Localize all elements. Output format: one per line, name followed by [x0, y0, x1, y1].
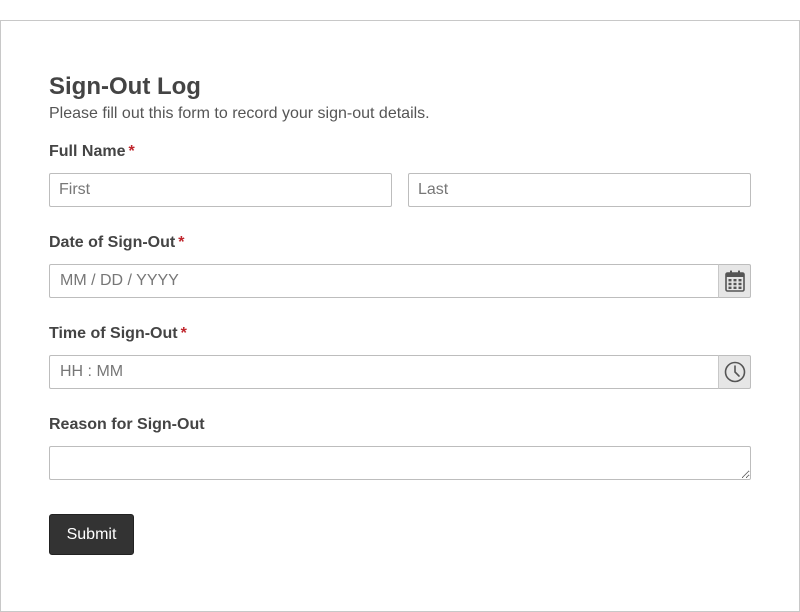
form-subtitle: Please fill out this form to record your… [49, 105, 430, 122]
time-label-text: Time of Sign-Out [49, 325, 178, 342]
clock-icon [724, 361, 745, 383]
full-name-label-text: Full Name [49, 143, 126, 160]
date-picker-button[interactable] [718, 264, 751, 298]
last-name-input[interactable] [408, 173, 751, 207]
form-container: Sign-Out Log Please fill out this form t… [0, 20, 800, 612]
reason-label: Reason for Sign-Out [49, 416, 205, 433]
required-marker: * [180, 325, 187, 342]
form-title: Sign-Out Log [49, 73, 201, 100]
time-input[interactable] [49, 355, 719, 389]
date-input[interactable] [49, 264, 719, 298]
date-label: Date of Sign-Out * [49, 234, 184, 252]
first-name-input[interactable] [49, 173, 392, 207]
full-name-label: Full Name * [49, 143, 135, 161]
date-label-text: Date of Sign-Out [49, 234, 176, 251]
required-marker: * [128, 143, 135, 160]
required-marker: * [178, 234, 185, 251]
time-label: Time of Sign-Out * [49, 325, 187, 343]
calendar-icon [724, 270, 745, 292]
reason-textarea[interactable] [49, 446, 751, 480]
time-picker-button[interactable] [718, 355, 751, 389]
submit-button[interactable]: Submit [49, 514, 134, 555]
